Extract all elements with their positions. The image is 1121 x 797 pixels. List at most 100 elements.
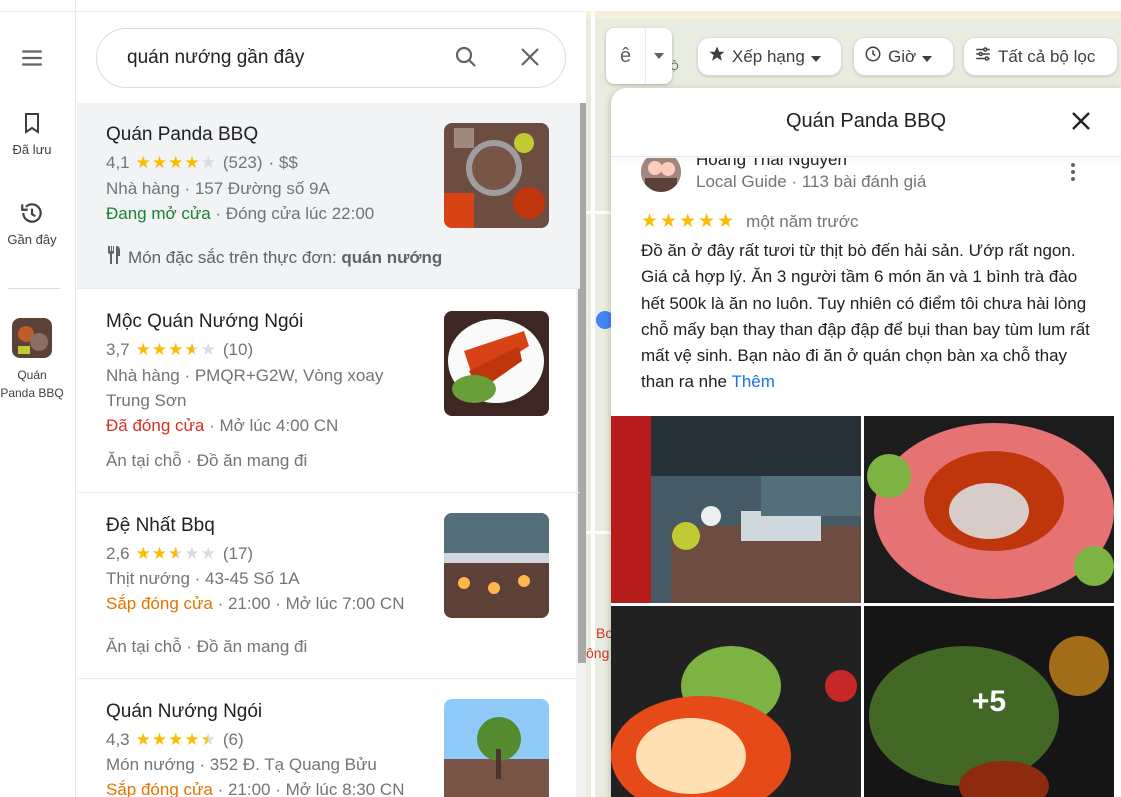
divider (611, 156, 1121, 157)
result-rating: 4,1 ★★★★★ (523) · $$ (106, 153, 298, 173)
status-open: Đang mở cửa (106, 204, 211, 223)
chip-rank[interactable]: Xếp hạng (697, 37, 842, 76)
restaurant-icon (106, 246, 122, 269)
search-box[interactable]: quán nướng gần đây (96, 28, 566, 88)
review-photo[interactable] (611, 606, 861, 797)
more-vert-icon[interactable] (1063, 160, 1083, 184)
category-address: Món nướng · 352 Đ. Tạ Quang Bửu (106, 755, 377, 774)
result-title[interactable]: Mộc Quán Nướng Ngói (106, 311, 303, 333)
chip-rank-label: Xếp hạng (732, 46, 805, 66)
tune-icon (974, 45, 992, 68)
result-title[interactable]: Quán Panda BBQ (106, 124, 258, 146)
rail-saved[interactable]: Đã lưu (0, 110, 64, 157)
open-status: Đang mở cửa · Đóng cửa lúc 22:00 (106, 204, 374, 224)
left-rail: Đã lưu Gần đây Quán Panda BBQ (0, 0, 76, 797)
layer-label: ê (606, 28, 646, 84)
rating-value: 2,6 (106, 544, 130, 563)
status-closing-soon: Sắp đóng cửa (106, 594, 213, 613)
clock-icon (864, 45, 882, 68)
review-time: một năm trước (746, 211, 859, 231)
rating-value: 4,3 (106, 730, 130, 749)
chip-hours[interactable]: Giờ (853, 37, 954, 76)
clear-search-button[interactable] (515, 44, 545, 74)
result-rating: 3,7 ★★★★★ (10) (106, 340, 253, 360)
service-options: Ăn tại chỗ · Đồ ăn mang đi (106, 451, 308, 470)
map-layer-switch[interactable]: ê (606, 28, 672, 84)
review-photo[interactable] (611, 416, 861, 603)
panel-title: Quán Panda BBQ (785, 110, 947, 132)
service-options: Ăn tại chỗ · Đồ ăn mang đi (106, 637, 308, 656)
review-text: Đồ ăn ở đây rất tươi từ thịt bò đến hải … (641, 238, 1091, 396)
result-photo[interactable] (444, 123, 549, 228)
divider (0, 11, 585, 12)
place-detail-panel: Quán Panda BBQ Hoàng Thái Nguyễn Local G… (611, 88, 1121, 797)
place-thumbnail (12, 318, 52, 358)
star-rating-icon: ★★★★★ (135, 544, 217, 563)
chevron-down-icon[interactable] (646, 28, 672, 84)
result-title[interactable]: Quán Nướng Ngói (106, 701, 262, 723)
review-photo-more[interactable]: +5 (864, 606, 1114, 797)
star-rating-icon: ★★★★★ (135, 340, 217, 359)
review-body: Đồ ăn ở đây rất tươi từ thịt bò đến hải … (641, 241, 1090, 392)
rail-recent-place-label: Quán Panda BBQ (0, 368, 64, 400)
chevron-down-icon (810, 47, 821, 67)
menu-prefix: Món đặc sắc trên thực đơn: (128, 247, 342, 267)
rail-recent-label: Gần đây (7, 232, 57, 247)
avatar[interactable] (641, 152, 681, 192)
category-address: Thịt nướng · 43-45 Số 1A (106, 569, 300, 588)
category-address: Nhà hàng · 157 Đường số 9A (106, 179, 330, 198)
review-more-link[interactable]: Thêm (731, 372, 774, 391)
close-panel-button[interactable] (1066, 108, 1096, 138)
status-extra: · 21:00 · Mở lúc 8:30 CN (212, 780, 405, 797)
star-rating-icon: ★★★★★ (641, 211, 737, 232)
status-closing-soon: Sắp đóng cửa (106, 780, 213, 797)
open-status: Sắp đóng cửa · 21:00 · Mở lúc 7:00 CN (106, 594, 404, 614)
result-title[interactable]: Đệ Nhất Bbq (106, 515, 215, 537)
result-photo[interactable] (444, 513, 549, 618)
results-list: Quán Panda BBQ 4,1 ★★★★★ (523) · $$ Nhà … (77, 103, 580, 797)
rail-recent-place[interactable]: Quán Panda BBQ (0, 318, 64, 402)
result-photo[interactable] (444, 311, 549, 416)
review-count: (523) (222, 153, 263, 172)
review-rating: ★★★★★ một năm trước (641, 210, 858, 233)
search-button[interactable] (451, 44, 481, 74)
star-rating-icon: ★★★★★ (135, 730, 217, 749)
rating-value: 3,7 (106, 340, 130, 359)
star-icon (708, 45, 726, 68)
chip-all-filters[interactable]: Tất cả bộ lọc (963, 37, 1118, 76)
hamburger-menu-icon (0, 45, 64, 71)
search-icon (454, 45, 478, 74)
rail-saved-label: Đã lưu (12, 142, 52, 157)
review-count: (17) (222, 544, 254, 563)
star-rating-icon: ★★★★★ (135, 153, 217, 172)
history-icon (0, 200, 64, 226)
close-icon (520, 47, 540, 72)
search-input[interactable]: quán nướng gần đây (127, 47, 565, 69)
more-photos-count: +5 (864, 606, 1114, 797)
status-extra: · Đóng cửa lúc 22:00 (210, 204, 375, 223)
open-status: Đã đóng cửa · Mở lúc 4:00 CN (106, 416, 338, 436)
category-address: Nhà hàng · PMQR+G2W, Vòng xoay (106, 366, 384, 385)
list-item[interactable]: Quán Nướng Ngói 4,3 ★★★★★ (6) Món nướng … (77, 679, 580, 797)
status-closed: Đã đóng cửa (106, 416, 205, 435)
list-item[interactable]: Mộc Quán Nướng Ngói 3,7 ★★★★★ (10) Nhà h… (77, 289, 580, 493)
bookmark-icon (0, 110, 64, 136)
reviewer-meta: Local Guide · 113 bài đánh giá (696, 172, 927, 191)
review-count: (10) (222, 340, 254, 359)
result-rating: 2,6 ★★★★★ (17) (106, 544, 253, 564)
menu-highlight: Món đặc sắc trên thực đơn: quán nướng (106, 246, 442, 269)
map-label: ông (586, 645, 610, 661)
status-extra: · Mở lúc 4:00 CN (204, 416, 339, 435)
status-extra: · 21:00 · Mở lúc 7:00 CN (212, 594, 405, 613)
rating-value: 4,1 (106, 153, 130, 172)
rail-recent[interactable]: Gần đây (0, 200, 64, 247)
menu-button[interactable] (0, 45, 64, 77)
result-photo[interactable] (444, 699, 549, 797)
close-icon (1071, 111, 1091, 136)
review-photo[interactable] (864, 416, 1114, 603)
chip-hours-label: Giờ (888, 46, 917, 66)
result-rating: 4,3 ★★★★★ (6) (106, 730, 244, 750)
list-item[interactable]: Đệ Nhất Bbq 2,6 ★★★★★ (17) Thịt nướng · … (77, 493, 580, 679)
list-item[interactable]: Quán Panda BBQ 4,1 ★★★★★ (523) · $$ Nhà … (77, 103, 580, 289)
chevron-down-icon (922, 47, 933, 67)
